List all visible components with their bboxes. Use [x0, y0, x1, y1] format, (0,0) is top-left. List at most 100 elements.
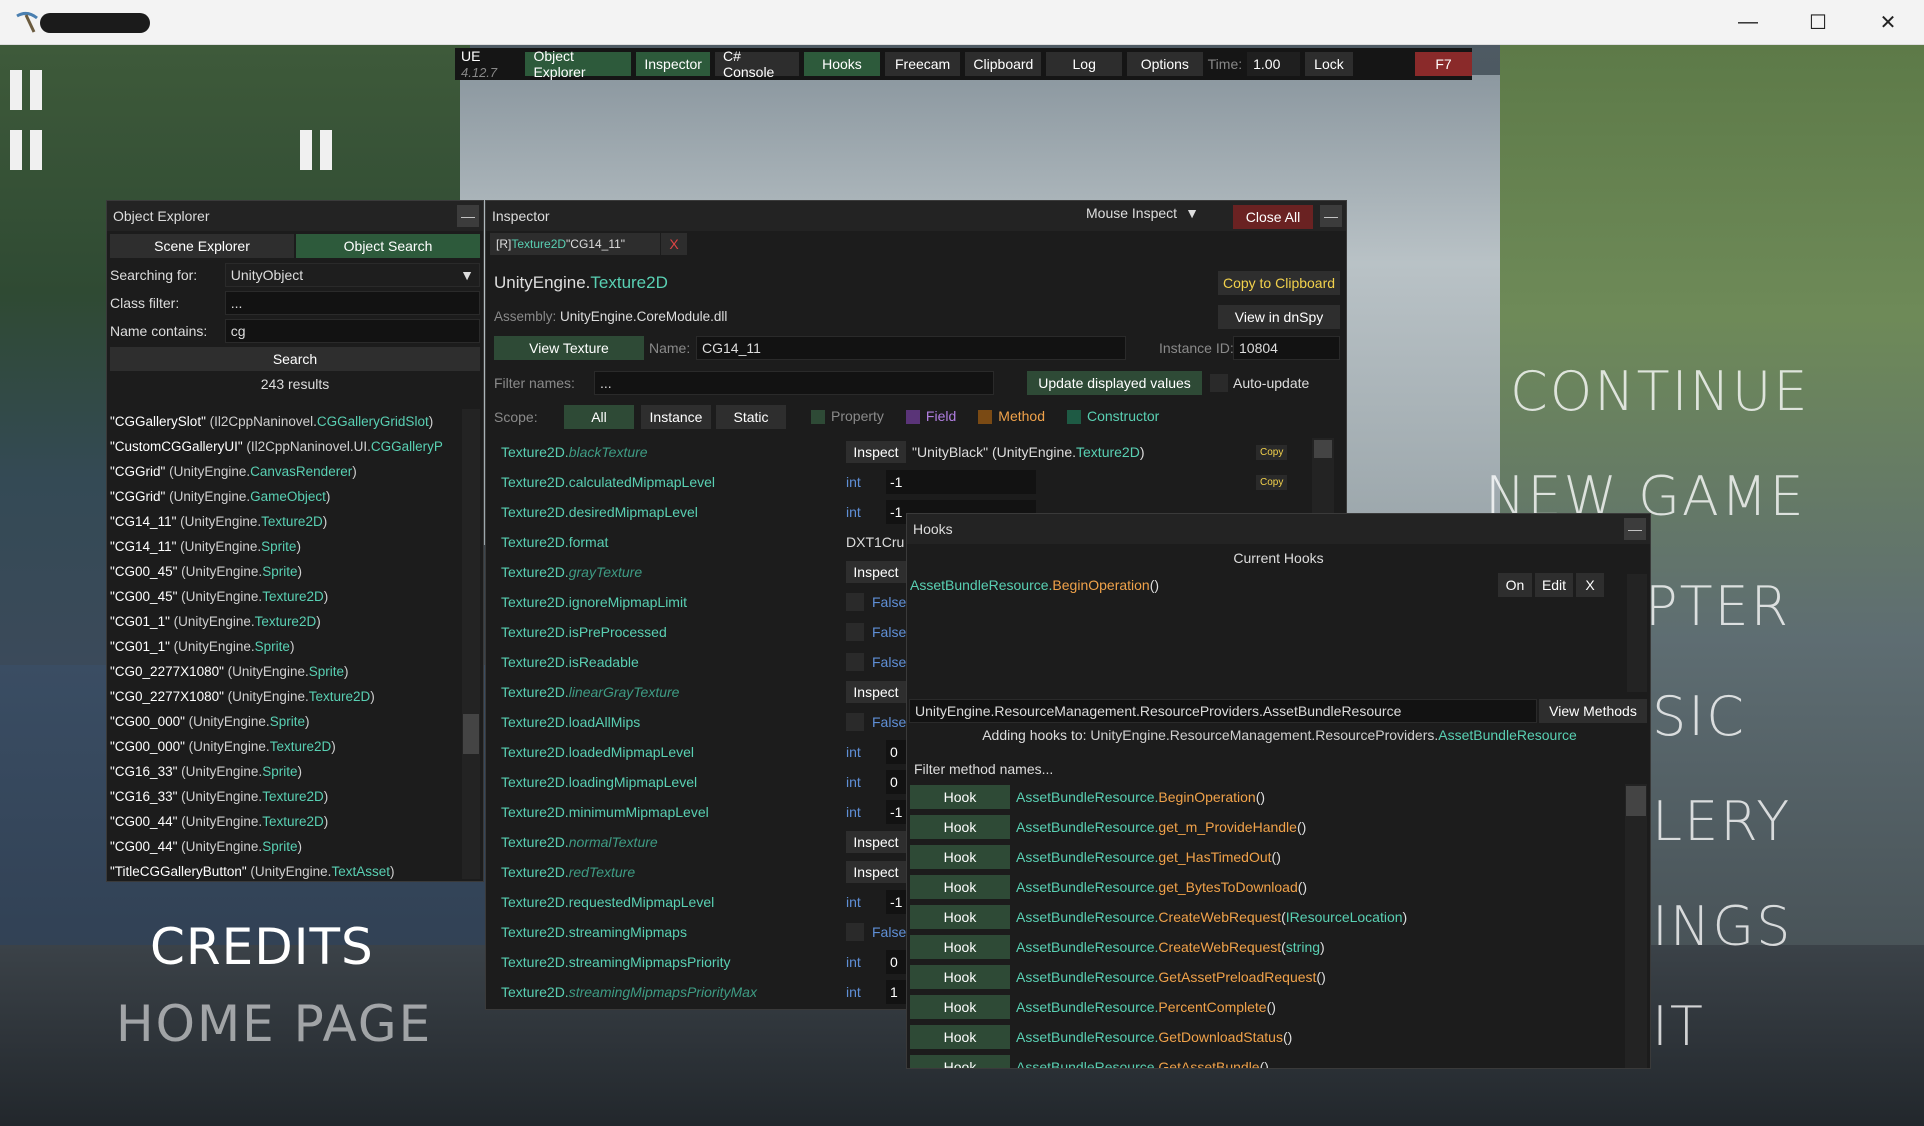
list-item[interactable]: "CG14_11" (UnityEngine.Sprite) — [110, 534, 462, 559]
scope-static-button[interactable]: Static — [716, 405, 786, 429]
class-name-input[interactable]: UnityEngine.ResourceManagement.ResourceP… — [909, 699, 1537, 723]
panel-header[interactable]: Hooks — — [907, 514, 1650, 544]
menu-chapter[interactable]: PTER — [1645, 575, 1790, 638]
tab-hooks[interactable]: Hooks — [804, 52, 880, 76]
scrollbar-thumb[interactable] — [1314, 440, 1332, 458]
list-item[interactable]: "CGGrid" (UnityEngine.CanvasRenderer) — [110, 459, 462, 484]
list-item[interactable]: "CGGallerySlot" (Il2CppNaninovel.CGGalle… — [110, 409, 462, 434]
list-item[interactable]: "CustomCGGalleryUI" (Il2CppNaninovel.UI.… — [110, 434, 462, 459]
menu-exit[interactable]: IT — [1652, 995, 1705, 1058]
copy-button[interactable]: Copy — [1256, 474, 1288, 490]
scope-all-button[interactable]: All — [564, 405, 634, 429]
list-item[interactable]: "CG01_1" (UnityEngine.Sprite) — [110, 634, 462, 659]
legend-field[interactable]: Field — [905, 408, 956, 425]
results-scrollbar[interactable] — [462, 409, 480, 879]
name-contains-input[interactable]: cg — [224, 319, 480, 343]
menu-settings[interactable]: INGS — [1652, 895, 1792, 958]
filter-methods-input[interactable]: Filter method names... — [909, 757, 1647, 781]
menu-music[interactable]: SIC — [1652, 685, 1746, 748]
close-tab-button[interactable]: X — [661, 233, 687, 255]
object-name-input[interactable]: CG14_11 — [696, 336, 1126, 360]
menu-continue[interactable]: CONTINUE — [1510, 360, 1810, 423]
inspect-button[interactable]: Inspect — [846, 861, 906, 883]
list-item[interactable]: "CG14_11" (UnityEngine.Texture2D) — [110, 509, 462, 534]
menu-home-page[interactable]: HOME PAGE — [116, 995, 432, 1053]
list-item[interactable]: "CG0_2277X1080" (UnityEngine.Texture2D) — [110, 684, 462, 709]
menu-gallery[interactable]: LERY — [1652, 790, 1791, 853]
methods-scrollbar[interactable] — [1625, 784, 1647, 1068]
bool-checkbox[interactable] — [846, 653, 864, 671]
minimize-button[interactable]: — — [1713, 0, 1783, 45]
inspector-tab[interactable]: [R] Texture2D "CG14_11" — [490, 233, 660, 255]
current-hooks-scrollbar[interactable] — [1627, 574, 1647, 692]
list-item[interactable]: "CGGrid" (UnityEngine.GameObject) — [110, 484, 462, 509]
close-all-button[interactable]: Close All — [1233, 205, 1313, 229]
legend-property[interactable]: Property — [811, 408, 884, 425]
inspect-button[interactable]: Inspect — [846, 681, 906, 703]
list-item[interactable]: "TitleCGGalleryButton" (UnityEngine.Text… — [110, 859, 462, 879]
class-filter-input[interactable]: ... — [224, 291, 480, 315]
list-item[interactable]: "CG0_2277X1080" (UnityEngine.Sprite) — [110, 659, 462, 684]
inspect-button[interactable]: Inspect — [846, 441, 906, 463]
bool-checkbox[interactable] — [846, 923, 864, 941]
tab-object-search[interactable]: Object Search — [296, 234, 480, 258]
minimize-panel-button[interactable]: — — [457, 205, 479, 227]
maximize-button[interactable]: ☐ — [1783, 0, 1853, 45]
filter-names-input[interactable]: ... — [594, 371, 994, 395]
list-item[interactable]: "CG16_33" (UnityEngine.Texture2D) — [110, 784, 462, 809]
list-item[interactable]: "CG00_45" (UnityEngine.Sprite) — [110, 559, 462, 584]
copy-to-clipboard-button[interactable]: Copy to Clipboard — [1218, 271, 1340, 295]
hook-button[interactable]: Hook — [910, 995, 1010, 1019]
hook-button[interactable]: Hook — [910, 845, 1010, 869]
hook-button[interactable]: Hook — [910, 1025, 1010, 1049]
scope-instance-button[interactable]: Instance — [641, 405, 711, 429]
hook-toggle-button[interactable]: On — [1498, 573, 1532, 597]
hook-button[interactable]: Hook — [910, 935, 1010, 959]
list-item[interactable]: "CG00_000" (UnityEngine.Texture2D) — [110, 734, 462, 759]
view-texture-button[interactable]: View Texture — [494, 336, 644, 360]
copy-button[interactable]: Copy — [1256, 444, 1288, 460]
legend-constructor[interactable]: Constructor — [1066, 408, 1159, 425]
update-values-button[interactable]: Update displayed values — [1027, 371, 1202, 395]
bool-checkbox[interactable] — [846, 593, 864, 611]
panel-header[interactable]: Inspector Mouse Inspect ▼ Close All — — [486, 201, 1346, 231]
search-button[interactable]: Search — [110, 347, 480, 371]
close-window-button[interactable]: ✕ — [1853, 0, 1923, 45]
view-methods-button[interactable]: View Methods — [1539, 699, 1647, 723]
panel-header[interactable]: Object Explorer — — [107, 201, 483, 231]
tab-csharp-console[interactable]: C# Console — [714, 48, 800, 80]
bool-checkbox[interactable] — [846, 623, 864, 641]
list-item[interactable]: "CG00_000" (UnityEngine.Sprite) — [110, 709, 462, 734]
member-value-input[interactable]: -1 — [886, 470, 1036, 494]
tab-object-explorer[interactable]: Object Explorer — [525, 48, 632, 80]
hook-button[interactable]: Hook — [910, 785, 1010, 809]
bool-checkbox[interactable] — [846, 713, 864, 731]
search-type-dropdown[interactable]: UnityObject ▼ — [224, 263, 480, 287]
hide-ui-button[interactable]: F7 — [1415, 52, 1472, 76]
hook-remove-button[interactable]: X — [1576, 573, 1604, 597]
tab-options[interactable]: Options — [1127, 52, 1203, 76]
hook-button[interactable]: Hook — [910, 905, 1010, 929]
scrollbar-thumb[interactable] — [463, 714, 479, 754]
tab-clipboard[interactable]: Clipboard — [965, 52, 1042, 76]
hook-button[interactable]: Hook — [910, 1055, 1010, 1068]
tab-freecam[interactable]: Freecam — [884, 52, 961, 76]
view-in-dnspy-button[interactable]: View in dnSpy — [1218, 305, 1340, 329]
time-scale-input[interactable]: 1.00 — [1247, 52, 1301, 76]
tab-inspector[interactable]: Inspector — [636, 52, 710, 76]
instance-id-value[interactable]: 10804 — [1233, 336, 1340, 360]
scrollbar-thumb[interactable] — [1626, 786, 1646, 816]
hook-button[interactable]: Hook — [910, 965, 1010, 989]
list-item[interactable]: "CG00_45" (UnityEngine.Texture2D) — [110, 584, 462, 609]
minimize-panel-button[interactable]: — — [1320, 205, 1342, 227]
tab-log[interactable]: Log — [1046, 52, 1122, 76]
list-item[interactable]: "CG00_44" (UnityEngine.Texture2D) — [110, 809, 462, 834]
minimize-panel-button[interactable]: — — [1624, 518, 1646, 540]
inspect-button[interactable]: Inspect — [846, 561, 906, 583]
hook-button[interactable]: Hook — [910, 815, 1010, 839]
inspect-button[interactable]: Inspect — [846, 831, 906, 853]
hook-button[interactable]: Hook — [910, 875, 1010, 899]
lock-button[interactable]: Lock — [1305, 52, 1353, 76]
list-item[interactable]: "CG01_1" (UnityEngine.Texture2D) — [110, 609, 462, 634]
legend-method[interactable]: Method — [978, 408, 1045, 425]
